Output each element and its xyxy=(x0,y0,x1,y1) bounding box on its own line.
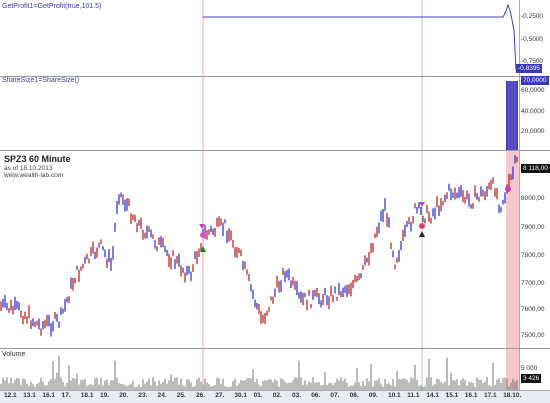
sharesize-tick-3: 20,0000 xyxy=(521,128,545,135)
sharesize-plot xyxy=(202,77,520,150)
date-label: 30.1 xyxy=(234,392,248,399)
date-label: 18.10. xyxy=(503,392,522,399)
volume-pane: Volume 5 000 3 426 xyxy=(0,349,550,390)
sharesize-label: ShareSize1=ShareSize() xyxy=(2,77,80,84)
date-label: 16.1 xyxy=(42,392,56,399)
date-label: 18.1 xyxy=(80,392,94,399)
sharesize-tick-1: 60,0000 xyxy=(521,87,545,94)
sharesize-pane: ShareSize1=ShareSize() 70,0000 60,0000 4… xyxy=(0,76,550,150)
short-circle xyxy=(419,223,425,229)
price-tick-7500: 7500,00 xyxy=(521,332,545,339)
date-label: 02. xyxy=(272,392,282,399)
date-label: 15.1 xyxy=(445,392,459,399)
date-label: 03. xyxy=(292,392,302,399)
price-tick-7600: 7600,00 xyxy=(521,306,545,313)
profit-pane: GetProfit1=GetProfit(true,101.5) -0,2500… xyxy=(0,0,550,76)
date-label: 16.1 xyxy=(464,392,478,399)
price-tick-8000: 8000,00 xyxy=(521,195,545,202)
chart-site-link[interactable]: www.wealth-lab.com xyxy=(4,172,63,179)
price-tick-7900: 7900,00 xyxy=(521,224,545,231)
profit-tick-1: -0,2500 xyxy=(521,13,544,20)
sell-arrow xyxy=(419,231,425,237)
volume-last-value: 3 426 xyxy=(521,374,542,383)
price-tick-7800: 7800,00 xyxy=(521,252,545,259)
date-label: 23. xyxy=(138,392,148,399)
date-label: 12.1 xyxy=(4,392,17,399)
date-label: 25. xyxy=(176,392,186,399)
date-label: 11.1 xyxy=(407,392,420,399)
date-label: 10.1 xyxy=(388,392,401,399)
date-label: 26. xyxy=(196,392,206,399)
short-marker xyxy=(419,202,425,207)
date-label: 27. xyxy=(215,392,225,399)
chart-asof: as of 18.10.2013 xyxy=(4,165,53,172)
price-last-value: 8 118,00 xyxy=(521,164,550,173)
entry-circle xyxy=(200,232,206,238)
sharesize-tick-2: 40,0000 xyxy=(521,108,545,115)
price-tick-7700: 7700,00 xyxy=(521,280,545,287)
price-chart xyxy=(0,151,520,348)
chart-title: SPZ3 60 Minute xyxy=(4,154,71,164)
profit-tick-2: -0,5000 xyxy=(521,36,544,43)
volume-tick: 5 000 xyxy=(521,365,538,372)
date-label: 20. xyxy=(119,392,129,399)
profit-plot xyxy=(202,0,520,76)
date-label: 07. xyxy=(330,392,340,399)
date-label: 24. xyxy=(157,392,167,399)
sharesize-last-value: 70,0000 xyxy=(521,76,549,85)
date-label: 09. xyxy=(368,392,378,399)
volume-bars xyxy=(0,356,518,390)
profit-last-value: -0,8395 xyxy=(516,64,543,73)
highlight-region xyxy=(506,151,519,348)
date-label: 17. xyxy=(61,392,71,399)
date-label: 14.1 xyxy=(426,392,440,399)
volume-label: Volume xyxy=(2,351,26,358)
date-label: 08. xyxy=(349,392,359,399)
date-label: 17.1 xyxy=(484,392,497,399)
date-label: 19. xyxy=(100,392,110,399)
exit-circle xyxy=(505,186,511,192)
entry-marker xyxy=(199,224,205,229)
volume-chart xyxy=(0,349,520,390)
price-pane: SPZ3 60 Minute as of 18.10.2013 www.weal… xyxy=(0,151,550,348)
price-bars xyxy=(0,155,518,337)
date-axis: 12.1 13.1 16.1 17. 18.1 19. 20. 23. 24. 25. 26. 27.… xyxy=(0,390,550,403)
profit-label: GetProfit1=GetProfit(true,101.5) xyxy=(2,3,102,10)
profit-line xyxy=(203,3,517,71)
date-label: 01. xyxy=(253,392,263,399)
date-label: 06. xyxy=(311,392,321,399)
date-label: 13.1 xyxy=(23,392,36,399)
